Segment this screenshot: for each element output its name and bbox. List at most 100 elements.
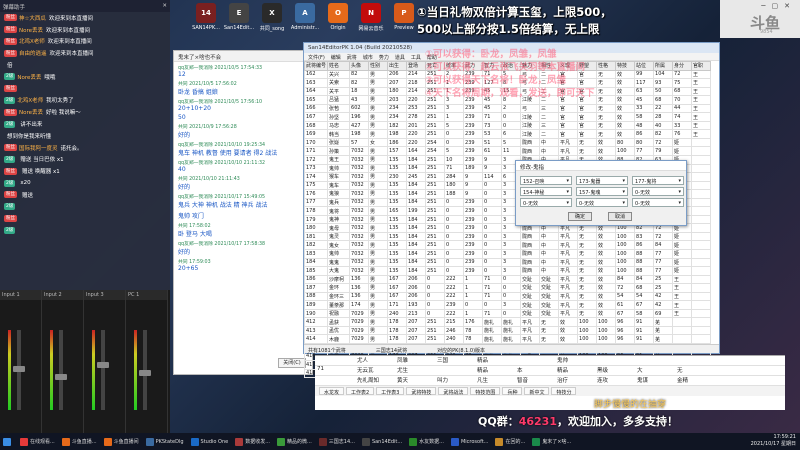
skill-select[interactable]: 0-无效 ▾ [520,198,572,207]
table-cell[interactable]: 马忠 [327,120,351,131]
table-cell[interactable]: 3 [501,240,522,250]
table-cell[interactable]: 83 [634,231,655,242]
table-row[interactable]: 167 孙坚 196 男 234 278 251 1 239 71 0 江陵二官官无效 58 28 74 王 [303,112,712,122]
table-cell[interactable]: 25 [653,274,674,285]
table-cell[interactable]: 男 [368,69,389,80]
table-cell[interactable]: 198 [387,129,408,139]
table-cell[interactable]: 男 [368,112,389,122]
table-cell[interactable] [691,283,712,293]
table-cell[interactable] [691,197,712,208]
table-cell[interactable]: 186 [303,274,329,285]
table-cell[interactable]: 222 [444,274,465,285]
table-cell[interactable]: 男 [368,257,389,268]
table-cell[interactable]: 男 [368,189,389,199]
table-cell[interactable]: 陇西 [520,249,541,259]
table-cell[interactable] [691,325,712,336]
table-cell[interactable] [672,317,693,327]
table-cell[interactable]: 166 [303,103,329,114]
table-cell[interactable]: 199 [406,206,427,216]
table-cell[interactable]: 251 [425,189,446,199]
table-cell[interactable]: 效 [596,308,617,319]
table-cell[interactable]: 7032 [349,189,370,199]
table-row[interactable]: 169 韩当 198 男 198 220 251 0 239 53 6 江陵二官官无效 86 82 76 王 [303,129,712,139]
table-cell[interactable]: 施礼 [482,317,503,327]
table-cell[interactable]: 交趾 [520,283,541,293]
fader-knob[interactable] [13,366,25,372]
column-header[interactable]: 姓名 [327,61,351,71]
table-cell[interactable]: 174 [303,172,329,182]
table-cell[interactable]: 平凡 [558,274,579,285]
skill-select[interactable]: 152-召唤 ▾ [520,176,572,185]
column-header[interactable]: 头像 [349,61,370,71]
sheet-cell[interactable]: 大 [635,366,675,375]
table-cell[interactable]: 男 [368,283,389,293]
table-cell[interactable] [691,249,712,259]
table-cell[interactable]: 0 [444,231,465,242]
table-cell[interactable]: 羌 [653,334,674,344]
sheet-cell[interactable]: 精品 [475,356,515,365]
table-cell[interactable]: 无 [577,274,598,285]
table-cell[interactable]: 48 [634,120,655,131]
table-cell[interactable]: 羌 [653,317,674,327]
table-cell[interactable]: 0 [501,308,522,319]
table-cell[interactable]: 100 [615,266,636,276]
table-cell[interactable]: 86 [634,129,655,139]
table-cell[interactable]: 284 [444,172,465,182]
table-cell[interactable]: 186 [387,137,408,148]
table-cell[interactable]: 效 [615,129,636,139]
table-cell[interactable]: 68 [634,283,655,293]
table-cell[interactable]: 234 [387,103,408,114]
table-cell[interactable]: 7032 [349,249,370,259]
table-cell[interactable]: 7032 [349,172,370,182]
table-cell[interactable] [691,223,712,233]
table-cell[interactable]: 251 [425,180,446,191]
sheet-cell[interactable]: 凤雏 [395,356,435,365]
sheet-cell[interactable]: 鬼帅 [555,356,595,365]
table-cell[interactable]: 效 [596,146,617,156]
table-cell[interactable]: 7032 [349,240,370,250]
table-cell[interactable]: 184 [406,214,427,225]
table-row[interactable]: 181 鬼灵 7032 男 135 184 251 0 239 0 3 陇西中平凡无效 100 83 72 姬 [303,231,712,242]
table-cell[interactable]: 男 [368,334,389,344]
taskbar-app[interactable]: 精品的微... [274,434,315,449]
sheet-cell[interactable]: 治疗 [555,376,595,385]
table-cell[interactable]: 平凡 [558,257,579,268]
table-cell[interactable]: 陇西 [520,266,541,276]
editor-menu-item[interactable]: 道具 [395,54,405,61]
table-cell[interactable]: 135 [387,223,408,233]
table-cell[interactable]: 效 [558,317,579,327]
table-cell[interactable]: 效 [596,291,617,302]
table-cell[interactable]: 96 [615,325,636,336]
table-cell[interactable]: 157 [387,146,408,156]
table-row[interactable]: 184 鬼鬼 7032 男 135 184 251 0 239 0 3 陇西中平凡无效 100 88 77 姬 [303,257,712,268]
table-cell[interactable]: 三 [539,120,560,131]
table-cell[interactable]: 0 [425,291,446,302]
table-cell[interactable]: 193 [406,300,427,310]
table-cell[interactable]: 251 [425,163,446,174]
table-cell[interactable]: 167 [387,274,408,285]
table-cell[interactable]: 男 [368,86,389,97]
table-cell[interactable]: 0 [444,214,465,225]
table-cell[interactable]: 关索 [327,78,351,88]
table-cell[interactable]: 181 [303,231,329,242]
table-cell[interactable]: 135 [387,214,408,225]
taskbar-app[interactable]: 鬼末了×啥... [529,434,574,449]
fader-knob[interactable] [55,374,67,380]
table-cell[interactable]: 196 [349,112,370,122]
chat-username[interactable]: Nore丢丢 [19,26,43,34]
table-cell[interactable]: 7032 [349,214,370,225]
table-cell[interactable]: 平凡 [520,334,541,344]
qq-close-button[interactable]: 关闭(C) [278,358,306,368]
table-cell[interactable]: 182 [387,120,408,131]
table-cell[interactable]: 80 [615,137,636,148]
table-cell[interactable]: 平凡 [558,231,579,242]
table-cell[interactable]: 67 [634,300,655,310]
table-cell[interactable]: 239 [444,300,465,310]
table-cell[interactable]: 弓 [520,103,541,114]
table-cell[interactable]: 交趾 [520,274,541,285]
table-cell[interactable]: 51 [482,137,503,148]
table-cell[interactable]: 交趾 [520,300,541,310]
table-cell[interactable]: 71 [482,112,503,122]
column-header[interactable]: 登场 [406,61,427,71]
table-cell[interactable]: 184 [406,180,427,191]
